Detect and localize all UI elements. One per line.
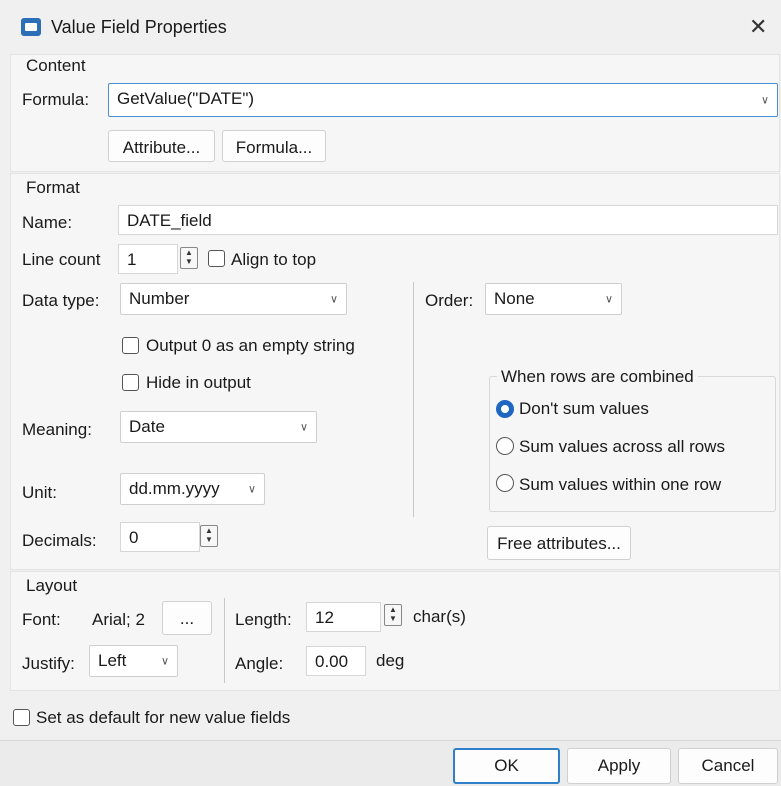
chevron-down-icon: ∨ [329, 293, 338, 306]
hide-output-label: Hide in output [146, 373, 251, 392]
line-count-input[interactable]: 1 [118, 244, 178, 274]
apply-button[interactable]: Apply [567, 748, 671, 784]
align-top-label: Align to top [231, 250, 317, 269]
sum-one-row-label: Sum values within one row [519, 475, 722, 494]
line-count-spinner[interactable]: ▲ ▼ [180, 247, 198, 269]
chevron-down-icon: ∨ [247, 483, 256, 496]
length-spinner[interactable]: ▲ ▼ [384, 604, 402, 626]
window-app-icon [21, 18, 41, 36]
decimals-spinner[interactable]: ▲ ▼ [200, 525, 218, 547]
data-type-value: Number [129, 289, 190, 308]
formula-button[interactable]: Formula... [222, 130, 326, 162]
angle-unit: deg [376, 651, 405, 670]
chevron-down-icon: ∨ [604, 293, 613, 306]
chevron-down-icon: ∨ [299, 421, 308, 434]
close-icon[interactable]: ✕ [749, 14, 767, 40]
formula-label: Formula: [22, 90, 90, 109]
ok-button[interactable]: OK [453, 748, 560, 784]
set-default-label: Set as default for new value fields [36, 708, 291, 727]
formula-value: GetValue("DATE") [117, 89, 255, 108]
length-unit: char(s) [413, 607, 466, 626]
output-zero-checkbox[interactable] [122, 337, 139, 354]
name-input[interactable]: DATE_field [118, 205, 778, 235]
attribute-button[interactable]: Attribute... [108, 130, 215, 162]
layout-heading: Layout [26, 576, 78, 595]
decimals-label: Decimals: [22, 531, 97, 550]
sum-all-rows-label: Sum values across all rows [519, 437, 725, 456]
combine-group-label: When rows are combined [497, 367, 698, 387]
free-attributes-button[interactable]: Free attributes... [487, 526, 631, 560]
sum-all-rows-radio[interactable] [496, 437, 514, 455]
justify-value: Left [98, 651, 127, 670]
font-label: Font: [22, 610, 61, 629]
angle-input[interactable]: 0.00 [306, 646, 366, 676]
content-heading: Content [26, 56, 86, 75]
dont-sum-radio[interactable] [496, 400, 514, 418]
set-default-checkbox[interactable] [13, 709, 30, 726]
unit-value: dd.mm.yyyy [129, 479, 220, 498]
meaning-select[interactable]: Date ∨ [120, 411, 317, 443]
hide-output-checkbox[interactable] [122, 374, 139, 391]
order-select[interactable]: None ∨ [485, 283, 622, 315]
font-value: Arial; 2 [92, 610, 145, 629]
angle-label: Angle: [235, 654, 284, 673]
output-zero-label: Output 0 as an empty string [146, 336, 355, 355]
decimals-input[interactable]: 0 [120, 522, 200, 552]
window-title: Value Field Properties [51, 17, 227, 37]
unit-label: Unit: [22, 483, 57, 502]
length-input[interactable]: 12 [306, 602, 381, 632]
sum-one-row-radio[interactable] [496, 474, 514, 492]
dont-sum-label: Don't sum values [519, 399, 649, 418]
name-label: Name: [22, 213, 73, 232]
cancel-button[interactable]: Cancel [678, 748, 778, 784]
length-label: Length: [235, 610, 292, 629]
data-type-select[interactable]: Number ∨ [120, 283, 347, 315]
line-count-label: Line count [22, 250, 101, 269]
data-type-label: Data type: [22, 291, 100, 310]
order-value: None [494, 289, 535, 308]
chevron-down-icon: ∨ [760, 94, 769, 107]
justify-label: Justify: [22, 654, 75, 673]
column-divider [413, 282, 414, 517]
font-picker-button[interactable]: ... [162, 601, 212, 635]
layout-divider [224, 598, 225, 683]
justify-select[interactable]: Left ∨ [89, 645, 178, 677]
chevron-down-icon: ∨ [160, 655, 169, 668]
align-top-checkbox[interactable] [208, 250, 225, 267]
format-heading: Format [26, 178, 80, 197]
meaning-value: Date [129, 417, 165, 436]
meaning-label: Meaning: [22, 420, 92, 439]
order-label: Order: [425, 291, 474, 310]
formula-combo[interactable]: GetValue("DATE") ∨ [108, 83, 778, 117]
unit-select[interactable]: dd.mm.yyyy ∨ [120, 473, 265, 505]
